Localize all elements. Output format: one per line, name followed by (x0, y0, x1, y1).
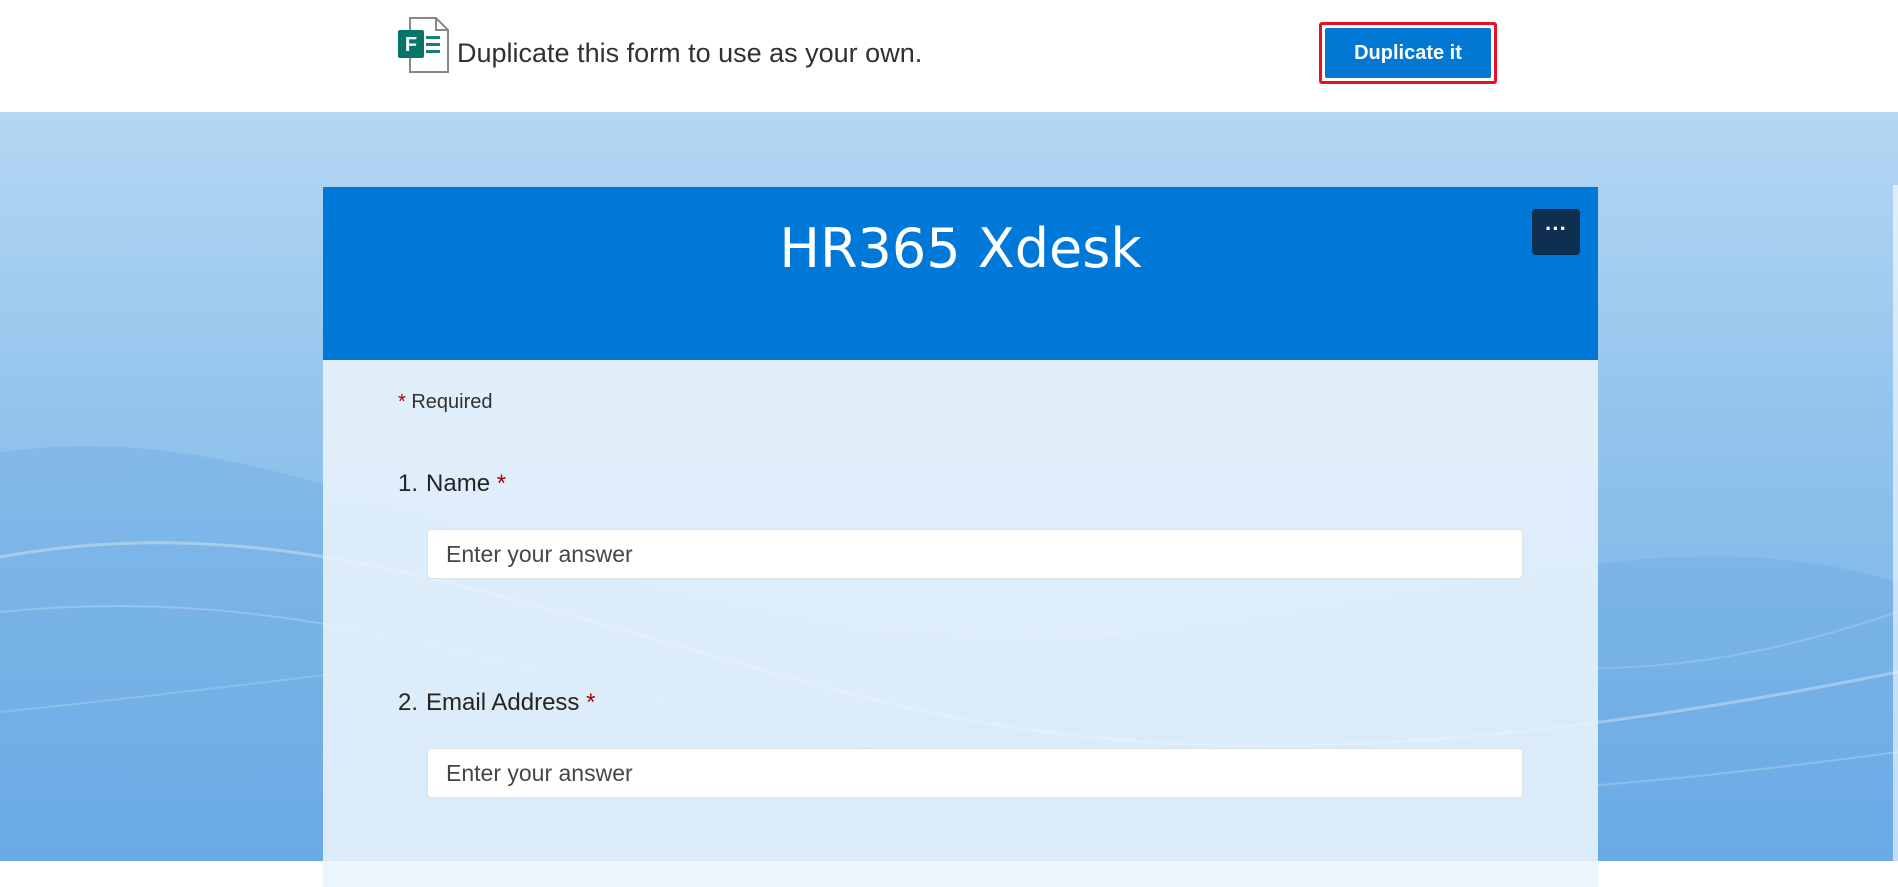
name-input[interactable] (427, 529, 1523, 579)
required-label: Required (411, 391, 493, 413)
duplicate-it-button[interactable]: Duplicate it (1325, 28, 1491, 78)
duplicate-banner-text: Duplicate this form to use as your own. (457, 38, 923, 68)
form-header: HR365 Xdesk ··· (323, 187, 1598, 360)
duplicate-banner: F Duplicate this form to use as your own… (0, 0, 1898, 112)
microsoft-forms-icon: F (396, 16, 450, 74)
email-address-input[interactable] (427, 748, 1523, 798)
required-star: * (586, 689, 596, 716)
more-options-button[interactable]: ··· (1532, 209, 1580, 255)
question-number: 1. (398, 470, 419, 497)
form-card: HR365 Xdesk ··· * Required 1. Name * 2. Em… (323, 187, 1598, 887)
required-note: * Required (398, 391, 493, 414)
required-star: * (398, 391, 406, 413)
question-name: 1. Name * (398, 470, 506, 498)
question-label: Email Address (426, 689, 580, 716)
right-edge-strip (1893, 185, 1898, 861)
question-email: 2. Email Address * (398, 689, 595, 717)
form-title: HR365 Xdesk (779, 217, 1142, 280)
required-star: * (496, 470, 507, 497)
question-number: 2. (398, 689, 419, 716)
svg-text:F: F (405, 34, 417, 56)
duplicate-button-highlight: Duplicate it (1319, 22, 1497, 84)
question-label: Name (426, 470, 491, 497)
